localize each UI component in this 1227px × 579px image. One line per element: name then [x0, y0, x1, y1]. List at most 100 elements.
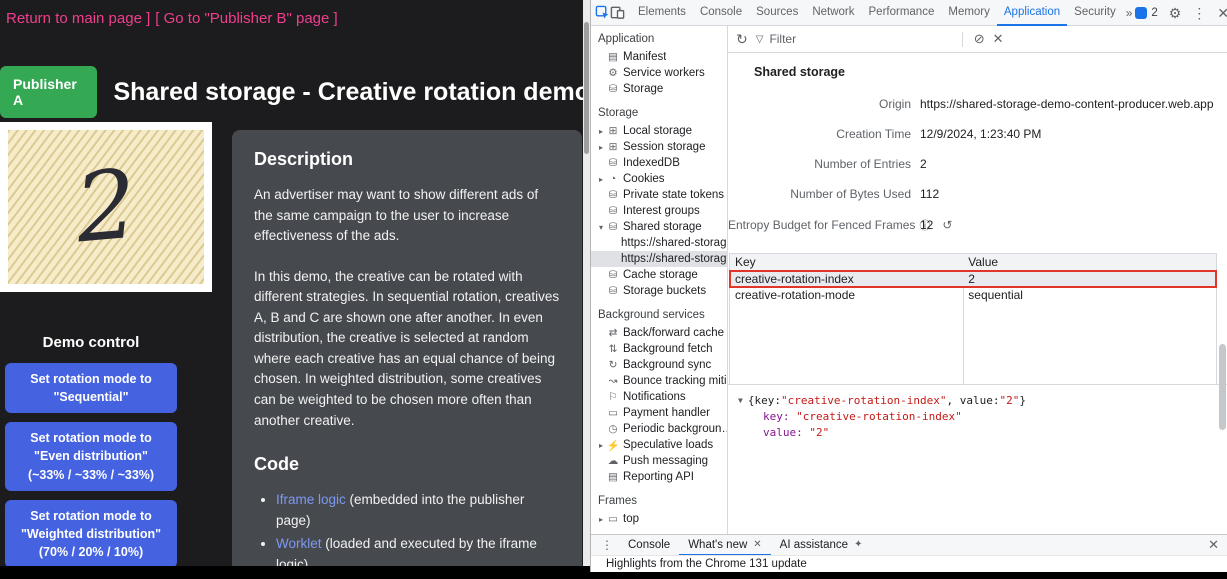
table-row-creative-rotation-index[interactable]: creative-rotation-index 2	[730, 271, 1216, 287]
database-icon: ⛁	[606, 269, 620, 281]
publisher-badge: Publisher A	[0, 66, 97, 118]
drawer-tab-ai-assistance[interactable]: AI assistance ✦	[771, 535, 872, 556]
tab-sources[interactable]: Sources	[749, 0, 805, 26]
close-devtools-icon[interactable]: ✕	[1217, 6, 1227, 20]
delete-all-icon[interactable]: ⊘	[974, 31, 985, 47]
page-header: Publisher A Shared storage - Creative ro…	[0, 66, 590, 118]
tab-network[interactable]: Network	[805, 0, 861, 26]
table-grid-icon: ⊞	[606, 125, 620, 137]
rotation-sequential-button[interactable]: Set rotation mode to "Sequential"	[5, 363, 177, 413]
sidebar-item-bounce-tracking-mitigations[interactable]: ↝ Bounce tracking miti…	[591, 373, 727, 389]
sidebar-item-session-storage[interactable]: ▸ ⊞ Session storage	[591, 139, 727, 155]
reset-budget-icon[interactable]: ↺	[942, 218, 952, 232]
sidebar-item-service-workers[interactable]: ⚙ Service workers	[591, 65, 727, 81]
close-whats-new-icon[interactable]: ✕	[753, 535, 761, 555]
tab-memory[interactable]: Memory	[941, 0, 997, 26]
filter-placeholder: Filter	[769, 32, 796, 46]
sidebar-item-manifest[interactable]: ▤ Manifest	[591, 49, 727, 65]
sidebar-item-cache-storage[interactable]: ⛁ Cache storage	[591, 267, 727, 283]
settings-gear-icon[interactable]: ⚙	[1169, 6, 1182, 20]
expand-arrow-icon[interactable]: ▸	[596, 127, 606, 136]
sidebar-item-frame-top[interactable]: ▸ ▭ top	[591, 511, 727, 527]
issues-icon	[1135, 7, 1147, 19]
demo-control-title: Demo control	[0, 334, 182, 351]
sidebar-item-storage-buckets[interactable]: ⛁ Storage buckets	[591, 283, 727, 299]
sidebar-item-notifications[interactable]: ⚐ Notifications	[591, 389, 727, 405]
shared-storage-panel: ↻ ▽ Filter ⊘ ✕ Shared storage Origin htt…	[728, 26, 1227, 534]
refresh-icon[interactable]: ↻	[736, 31, 748, 48]
sidebar-item-shared-storage-origin-1[interactable]: https://shared-storage…	[591, 235, 727, 251]
return-main-link[interactable]: Return to main page ]	[6, 10, 150, 27]
sidebar-item-interest-groups[interactable]: ⛁ Interest groups	[591, 203, 727, 219]
rotation-even-distribution-button[interactable]: Set rotation mode to "Even distribution"…	[5, 422, 177, 490]
drawer-tab-whats-new[interactable]: What's new ✕	[679, 535, 770, 556]
sidebar-item-reporting-api[interactable]: ▤ Reporting API	[591, 469, 727, 485]
rotation-weighted-distribution-button[interactable]: Set rotation mode to "Weighted distribut…	[5, 500, 177, 566]
close-drawer-icon[interactable]: ✕	[1208, 537, 1219, 553]
issues-counter[interactable]: 2	[1135, 7, 1157, 19]
table-header-row: Key Value	[730, 254, 1216, 271]
creative-number: 2	[72, 157, 141, 257]
manifest-doc-icon: ▤	[606, 51, 620, 63]
tab-security[interactable]: Security	[1067, 0, 1123, 26]
more-tabs-icon[interactable]: »	[1123, 6, 1136, 20]
sidebar-item-speculative-loads[interactable]: ▸ ⚡ Speculative loads	[591, 437, 727, 453]
publisher-b-link[interactable]: [ Go to "Publisher B" page ]	[155, 10, 337, 27]
sidebar-item-private-state-tokens[interactable]: ⛁ Private state tokens	[591, 187, 727, 203]
iframe-logic-link[interactable]: Iframe logic	[276, 492, 346, 507]
drawer-menu-icon[interactable]: ⋮	[595, 538, 619, 552]
delete-selected-icon[interactable]: ✕	[993, 31, 1004, 47]
sidebar-item-storage[interactable]: ⛁ Storage	[591, 81, 727, 97]
expand-arrow-icon[interactable]: ▸	[596, 143, 606, 152]
description-heading: Description	[254, 146, 560, 173]
page-scrollbar-thumb[interactable]	[584, 22, 589, 154]
collapse-arrow-icon[interactable]: ▾	[596, 223, 606, 232]
drawer-tab-console[interactable]: Console	[619, 535, 679, 556]
bounce-arrow-icon: ↝	[606, 375, 620, 387]
code-links-list: Iframe logic (embedded into the publishe…	[254, 490, 560, 566]
expand-triangle-icon[interactable]: ▼	[738, 396, 743, 405]
expand-arrow-icon[interactable]: ▸	[596, 515, 606, 524]
sidebar-item-cookies[interactable]: ▸ ◔ Cookies	[591, 171, 727, 187]
cell-key: creative-rotation-index	[730, 271, 963, 287]
devtools-drawer: ⋮ Console What's new ✕ AI assistance ✦ ✕	[591, 534, 1227, 555]
panel-toolbar: ↻ ▽ Filter ⊘ ✕	[728, 26, 1227, 53]
tab-console[interactable]: Console	[693, 0, 749, 26]
sidebar-item-periodic-background-sync[interactable]: ◷ Periodic backgroun…	[591, 421, 727, 437]
sidebar-item-shared-storage[interactable]: ▾ ⛁ Shared storage	[591, 219, 727, 235]
tab-application[interactable]: Application	[997, 0, 1067, 26]
page-scrollbar[interactable]	[583, 0, 590, 566]
sidebar-item-indexeddb[interactable]: ⛁ IndexedDB	[591, 155, 727, 171]
sidebar-section-storage: Storage ▸ ⊞ Local storage ▸ ⊞ Session st…	[591, 103, 727, 299]
expand-arrow-icon[interactable]: ▸	[596, 441, 606, 450]
more-options-icon[interactable]: ⋮	[1192, 6, 1206, 20]
whats-new-statusbar: Highlights from the Chrome 131 update	[591, 555, 1227, 572]
panel-scrollbar-thumb[interactable]	[1219, 344, 1226, 430]
database-icon: ⛁	[606, 205, 620, 217]
filter-input[interactable]: ▽ Filter	[756, 32, 951, 46]
device-toolbar-icon[interactable]	[610, 5, 625, 20]
sidebar-item-background-fetch[interactable]: ⇅ Background fetch	[591, 341, 727, 357]
preview-object-summary[interactable]: ▼ {key: "creative-rotation-index", value…	[736, 394, 1219, 407]
sidebar-item-push-messaging[interactable]: ☁ Push messaging	[591, 453, 727, 469]
sidebar-item-back-forward-cache[interactable]: ⇄ Back/forward cache	[591, 325, 727, 341]
application-sidebar: Application ▤ Manifest ⚙ Service workers…	[591, 26, 728, 534]
sidebar-item-local-storage[interactable]: ▸ ⊞ Local storage	[591, 123, 727, 139]
sidebar-item-background-sync[interactable]: ↻ Background sync	[591, 357, 727, 373]
filter-funnel-icon: ▽	[756, 34, 764, 45]
description-panel: Description An advertiser may want to sh…	[232, 130, 582, 566]
tab-elements[interactable]: Elements	[631, 0, 693, 26]
worklet-link[interactable]: Worklet	[276, 536, 322, 551]
sidebar-item-payment-handler[interactable]: ▭ Payment handler	[591, 405, 727, 421]
expand-arrow-icon[interactable]: ▸	[596, 175, 606, 184]
description-paragraph-2: In this demo, the creative can be rotate…	[254, 267, 560, 431]
column-header-key[interactable]: Key	[730, 254, 963, 270]
column-header-value[interactable]: Value	[963, 254, 1216, 270]
sidebar-item-shared-storage-origin-2[interactable]: https://shared-storage…	[591, 251, 727, 267]
table-row-creative-rotation-mode[interactable]: creative-rotation-mode sequential	[730, 287, 1216, 303]
cloud-icon: ☁	[606, 455, 620, 467]
shared-storage-view: Shared storage Origin https://shared-sto…	[728, 53, 1227, 384]
tab-performance[interactable]: Performance	[862, 0, 942, 26]
cell-key: creative-rotation-mode	[730, 287, 963, 303]
inspect-element-icon[interactable]	[595, 5, 610, 20]
